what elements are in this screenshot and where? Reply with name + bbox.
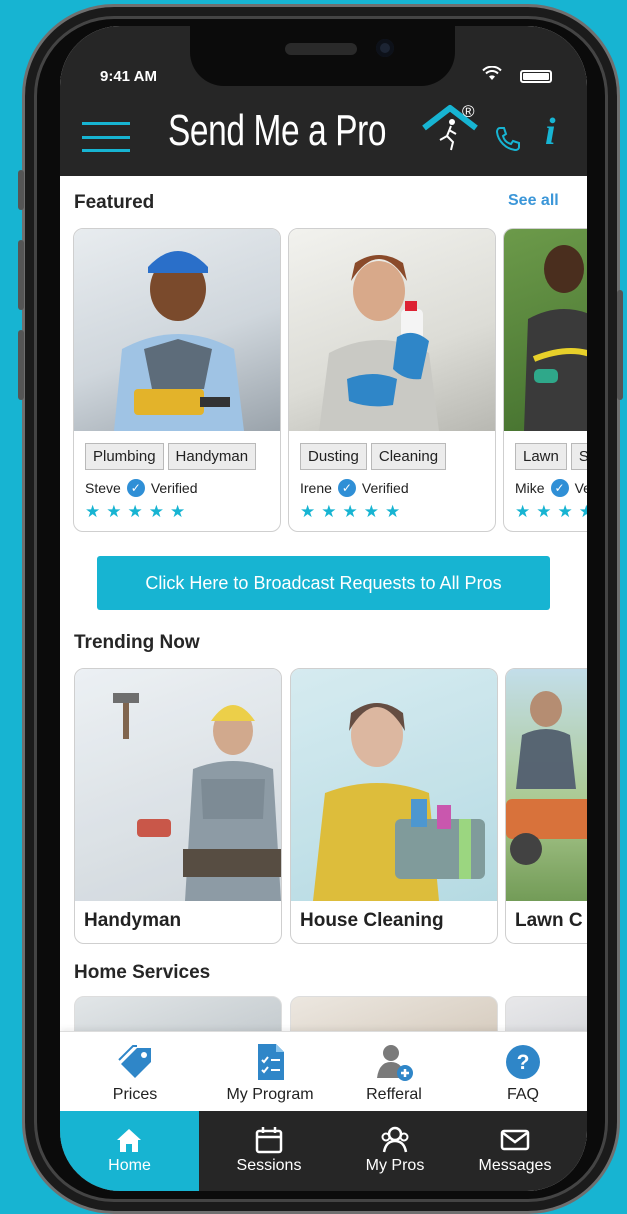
service-tag: Dusting bbox=[300, 443, 367, 470]
checklist-icon bbox=[258, 1044, 284, 1080]
trending-label: House Cleaning bbox=[300, 910, 444, 931]
trending-title: Trending Now bbox=[74, 632, 200, 653]
home-services-title: Home Services bbox=[74, 962, 211, 983]
quick-action-label: My Program bbox=[226, 1086, 314, 1103]
rating-stars: ★★★★★ bbox=[85, 502, 192, 521]
notch bbox=[190, 26, 455, 86]
pros-icon bbox=[381, 1126, 409, 1153]
trending-card-handyman[interactable]: Handyman bbox=[74, 668, 282, 944]
tab-label: Sessions bbox=[236, 1157, 302, 1174]
rating-stars: ★★★★★ bbox=[515, 502, 587, 521]
tab-label: Home bbox=[108, 1157, 151, 1174]
speaker-grille bbox=[285, 43, 357, 55]
faq-button[interactable]: ? FAQ bbox=[463, 1032, 583, 1112]
app-screen: 9:41 AM Send Me a Pro ® i Featured See a… bbox=[60, 26, 587, 1191]
info-icon[interactable]: i bbox=[545, 110, 556, 154]
service-tag: Se bbox=[570, 443, 587, 470]
rating-stars: ★★★★★ bbox=[300, 502, 407, 521]
question-icon: ? bbox=[506, 1045, 540, 1079]
wifi-icon bbox=[482, 66, 502, 80]
pro-photo bbox=[74, 229, 280, 431]
battery-icon bbox=[520, 70, 552, 83]
verified-check-icon: ✓ bbox=[126, 479, 145, 497]
front-camera bbox=[376, 39, 394, 57]
app-logo-text: Send Me a Pro bbox=[168, 106, 387, 155]
service-tag: Plumbing bbox=[85, 443, 164, 470]
price-tag-icon bbox=[118, 1045, 151, 1078]
power-button bbox=[617, 290, 623, 400]
tab-label: My Pros bbox=[365, 1157, 425, 1174]
home-service-card[interactable] bbox=[74, 996, 282, 1031]
verified-check-icon: ✓ bbox=[337, 479, 356, 497]
home-icon bbox=[117, 1129, 141, 1152]
verified-check-icon: ✓ bbox=[550, 479, 569, 497]
see-all-link[interactable]: See all bbox=[508, 192, 559, 210]
phone-icon[interactable] bbox=[493, 124, 523, 154]
service-tag: Lawn bbox=[515, 443, 567, 470]
verified-label: Ve bbox=[574, 480, 587, 496]
status-time: 9:41 AM bbox=[100, 68, 157, 85]
pro-photo bbox=[289, 229, 495, 431]
tab-sessions[interactable]: Sessions bbox=[204, 1111, 334, 1191]
trending-photo bbox=[506, 669, 587, 901]
trending-label: Handyman bbox=[84, 910, 182, 931]
pro-name: Steve bbox=[85, 480, 121, 496]
referral-button[interactable]: Refferal bbox=[334, 1032, 454, 1112]
registered-mark: ® bbox=[462, 102, 475, 121]
trending-photo bbox=[75, 669, 281, 901]
featured-title: Featured bbox=[74, 192, 155, 213]
pro-name: Irene bbox=[300, 480, 332, 496]
featured-pro-card[interactable]: Dusting Cleaning Irene ✓ Verified ★★★★★ bbox=[288, 228, 496, 532]
tab-messages[interactable]: Messages bbox=[450, 1111, 580, 1191]
my-program-button[interactable]: My Program bbox=[210, 1032, 330, 1112]
pro-photo bbox=[504, 229, 587, 431]
volume-down-button bbox=[18, 330, 24, 400]
scroll-content: Featured See all Plumbing Handyman Steve bbox=[60, 176, 587, 1031]
pro-name: Mike bbox=[515, 480, 545, 496]
service-tag: Handyman bbox=[167, 443, 257, 470]
quick-actions-bar: Prices My Program Refferal ? FAQ bbox=[60, 1031, 587, 1111]
volume-up-button bbox=[18, 240, 24, 310]
tab-label: Messages bbox=[478, 1157, 552, 1174]
trending-card-house-cleaning[interactable]: House Cleaning bbox=[290, 668, 498, 944]
featured-pro-card[interactable]: Lawn Se Mike ✓ Ve ★★★★★ bbox=[503, 228, 587, 532]
prices-button[interactable]: Prices bbox=[75, 1032, 195, 1112]
home-service-card[interactable] bbox=[505, 996, 587, 1031]
tab-home[interactable]: Home bbox=[60, 1111, 199, 1191]
svg-text:?: ? bbox=[517, 1051, 530, 1074]
quick-action-label: Refferal bbox=[366, 1086, 422, 1103]
broadcast-requests-button[interactable]: Click Here to Broadcast Requests to All … bbox=[97, 556, 550, 610]
home-service-card[interactable] bbox=[290, 996, 498, 1031]
add-user-icon bbox=[377, 1045, 413, 1081]
calendar-icon bbox=[255, 1127, 283, 1154]
bottom-tab-bar: Home Sessions My Pros Messages bbox=[60, 1111, 587, 1191]
verified-label: Verified bbox=[150, 480, 198, 496]
service-tag: Cleaning bbox=[370, 443, 447, 470]
tab-my-pros[interactable]: My Pros bbox=[330, 1111, 460, 1191]
trending-photo bbox=[291, 669, 497, 901]
quick-action-label: Prices bbox=[112, 1086, 158, 1103]
quick-action-label: FAQ bbox=[506, 1086, 539, 1103]
verified-label: Verified bbox=[361, 480, 409, 496]
trending-label: Lawn C bbox=[515, 910, 583, 931]
mute-switch bbox=[18, 170, 24, 210]
menu-icon[interactable] bbox=[82, 122, 130, 152]
featured-pro-card[interactable]: Plumbing Handyman Steve ✓ Verified ★★★★★ bbox=[73, 228, 281, 532]
trending-card-lawn-care[interactable]: Lawn C bbox=[505, 668, 587, 944]
envelope-icon bbox=[500, 1129, 530, 1151]
